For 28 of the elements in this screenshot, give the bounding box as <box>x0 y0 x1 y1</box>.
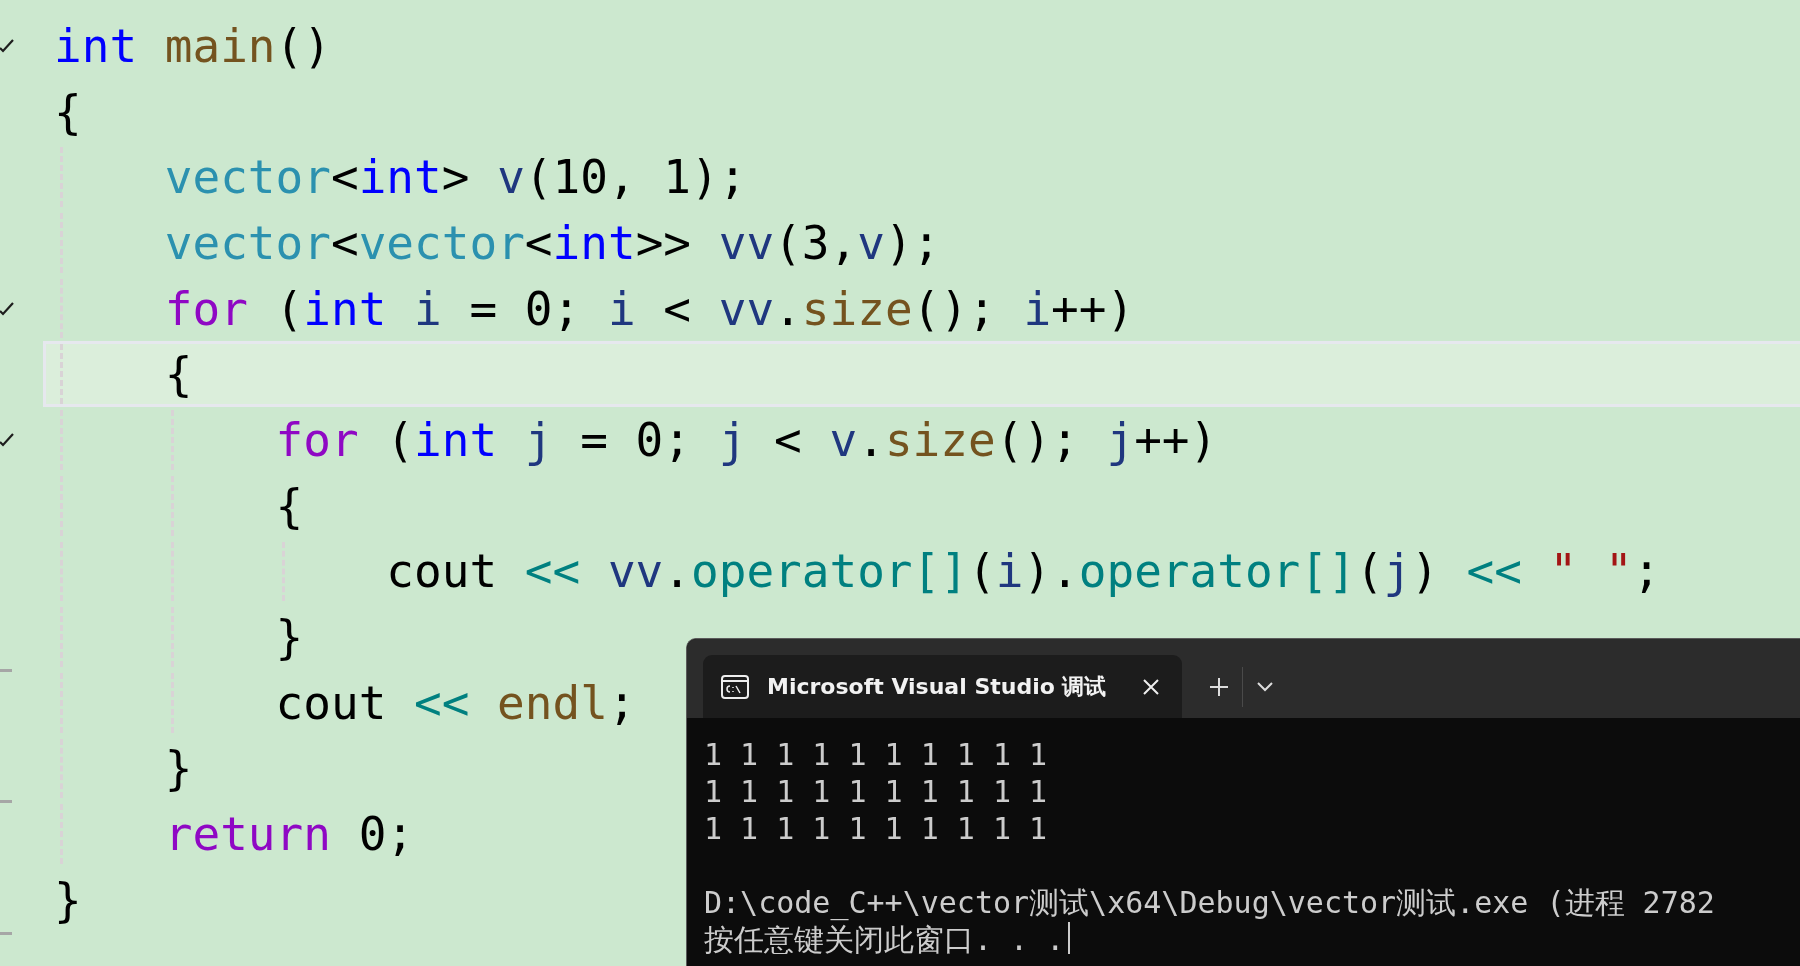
terminal-icon <box>721 674 749 699</box>
code-line: { <box>274 482 304 529</box>
code-line: { <box>163 351 193 398</box>
close-icon <box>1142 677 1160 696</box>
tab-title: Microsoft Visual Studio 调试 <box>767 672 1108 701</box>
tick-icon[interactable] <box>0 39 14 53</box>
code-line: vector<vector<int>> vv(3,v); <box>163 219 941 266</box>
code-line: } <box>274 614 304 661</box>
output-line: D:\code_C++\vector测试\x64\Debug\vector测试.exe (进程 2782 <box>704 884 1716 921</box>
output-line: 1 1 1 1 1 1 1 1 1 1 <box>704 736 1049 773</box>
code-line: cout << vv.operator[](i).operator[](j) << " "; <box>385 548 1661 595</box>
plus-icon <box>1208 675 1230 698</box>
tick-icon[interactable] <box>0 433 14 448</box>
code-line: vector<int> v(10, 1); <box>163 154 747 201</box>
code-line: } <box>163 745 193 792</box>
code-line: { <box>54 88 82 135</box>
output-line: 按任意键关闭此窗口. . . <box>704 921 1800 958</box>
code-line: cout << endl; <box>274 679 636 726</box>
output-line: 1 1 1 1 1 1 1 1 1 1 <box>704 810 1049 847</box>
terminal-tab[interactable]: Microsoft Visual Studio 调试 <box>703 655 1182 718</box>
chevron-down-icon <box>1255 680 1275 693</box>
code-line: return 0; <box>163 811 415 858</box>
code-line: } <box>54 876 82 923</box>
text-cursor <box>1068 922 1071 954</box>
output-line: 1 1 1 1 1 1 1 1 1 1 <box>704 773 1049 810</box>
code-line: for (int i = 0; i < vv.size(); i++) <box>163 285 1135 332</box>
code-line: int main() <box>54 22 331 69</box>
tick-icon[interactable] <box>0 301 14 316</box>
